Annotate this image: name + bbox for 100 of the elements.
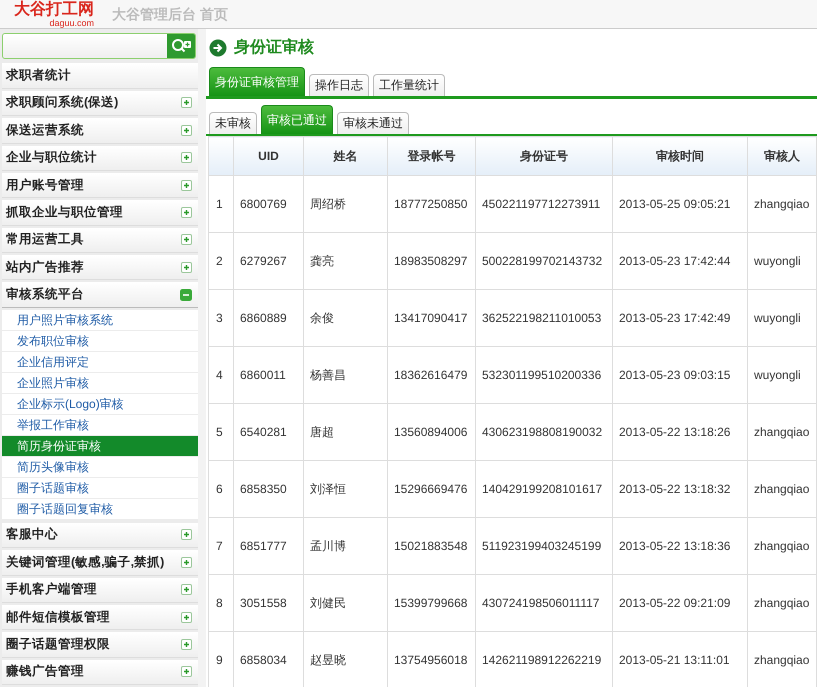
- nav-group[interactable]: 保送运营系统: [2, 118, 198, 144]
- row-number: 8: [208, 574, 234, 632]
- table-cell: 18362616479: [388, 346, 476, 404]
- table-cell: 2013-05-23 09:03:15: [612, 346, 748, 404]
- expand-icon[interactable]: [181, 97, 192, 108]
- table-cell: 532301199510200336: [476, 346, 612, 404]
- table-cell: 6279267: [234, 232, 304, 290]
- expand-icon[interactable]: [181, 152, 192, 164]
- tab[interactable]: 未审核: [209, 112, 257, 134]
- nav-group[interactable]: 关键词管理(敏感,骗子,禁抓): [2, 550, 198, 576]
- table-cell: 2013-05-23 17:42:44: [612, 232, 748, 290]
- table-cell: 周绍桥: [304, 176, 388, 232]
- table-cell: wuyongli: [748, 346, 816, 404]
- row-number: 5: [208, 404, 234, 460]
- nav-group[interactable]: 用户账号管理: [2, 172, 198, 198]
- table-cell: 3051558: [234, 574, 304, 632]
- expand-icon[interactable]: [181, 666, 192, 678]
- expand-icon[interactable]: [181, 584, 192, 596]
- nav-group[interactable]: 企业与职位统计: [2, 146, 198, 171]
- table-cell: 430724198506011117: [476, 574, 612, 632]
- column-header: 审核人: [764, 148, 800, 162]
- expand-icon[interactable]: [181, 529, 192, 540]
- table-cell: 18777250850: [388, 176, 476, 232]
- expand-icon[interactable]: [181, 180, 192, 191]
- nav-item[interactable]: 发布职位审核: [2, 330, 198, 351]
- expand-icon[interactable]: [181, 612, 192, 623]
- nav-group[interactable]: 抓取企业与职位管理: [2, 200, 198, 226]
- table-cell: 6860889: [234, 290, 304, 346]
- search-icon: [171, 38, 191, 54]
- nav-group[interactable]: 手机客户端管理: [2, 578, 198, 603]
- nav-group[interactable]: 常用运营工具: [2, 228, 198, 253]
- expand-icon[interactable]: [181, 262, 192, 273]
- table-cell: zhangqiao: [748, 518, 816, 574]
- tab[interactable]: 工作量统计: [373, 74, 445, 96]
- row-number: 4: [208, 346, 234, 404]
- column-header: 审核时间: [656, 148, 704, 162]
- column-header: 登录帐号: [408, 148, 456, 162]
- table-cell: 2013-05-23 17:42:49: [612, 290, 748, 346]
- table-cell: zhangqiao: [748, 574, 816, 632]
- column-header: 身份证号: [520, 148, 568, 162]
- table-cell: 唐超: [304, 404, 388, 460]
- table-cell: 450221197712273911: [476, 176, 612, 232]
- nav-group[interactable]: 审核系统平台: [2, 282, 198, 308]
- nav-item[interactable]: 用户照片审核系统: [2, 310, 198, 330]
- row-number: 7: [208, 518, 234, 574]
- row-number: 1: [208, 176, 234, 232]
- expand-icon[interactable]: [181, 638, 192, 650]
- table-cell: wuyongli: [748, 232, 816, 290]
- nav-group[interactable]: 求职顾问系统(保送): [2, 90, 198, 116]
- table-cell: 龚亮: [304, 232, 388, 290]
- collapse-icon[interactable]: [180, 288, 192, 301]
- nav-item[interactable]: 企业标示(Logo)审核: [2, 394, 198, 414]
- table-cell: zhangqiao: [748, 404, 816, 460]
- nav-item[interactable]: 企业照片审核: [2, 372, 198, 393]
- nav-group[interactable]: 站内广告推荐: [2, 255, 198, 280]
- search-field[interactable]: [2, 33, 196, 60]
- table-cell: 2013-05-22 13:18:36: [612, 518, 748, 574]
- tab[interactable]: 操作日志: [309, 74, 369, 96]
- nav-item[interactable]: 简历身份证审核: [2, 436, 198, 456]
- nav-group[interactable]: 邮件短信模板管理: [2, 604, 198, 630]
- table-cell: zhangqiao: [748, 176, 816, 232]
- site-logo[interactable]: 大谷打工网: [14, 1, 94, 18]
- table-cell: 15296669476: [388, 460, 476, 518]
- row-number: 6: [208, 460, 234, 518]
- table-cell: 430623198808190032: [476, 404, 612, 460]
- table-cell: 13560894006: [388, 404, 476, 460]
- nav-item[interactable]: 简历头像审核: [2, 456, 198, 477]
- search-button[interactable]: [167, 34, 195, 58]
- table-cell: 6800769: [234, 176, 304, 232]
- expand-icon[interactable]: [181, 556, 192, 568]
- logo-domain: daguu.com: [49, 18, 94, 28]
- expand-icon[interactable]: [181, 124, 192, 136]
- nav-item[interactable]: 企业信用评定: [2, 352, 198, 372]
- nav-group[interactable]: 赚钱广告管理: [2, 660, 198, 685]
- nav-item[interactable]: 圈子话题回复审核: [2, 498, 198, 519]
- row-number: 9: [208, 632, 234, 687]
- expand-icon[interactable]: [181, 206, 192, 218]
- header-title: 大谷管理后台 首页: [112, 5, 228, 24]
- table-cell: 15021883548: [388, 518, 476, 574]
- column-header: UID: [258, 149, 279, 163]
- table-cell: 2013-05-22 13:18:32: [612, 460, 748, 518]
- expand-icon[interactable]: [181, 234, 192, 246]
- table-cell: 6540281: [234, 404, 304, 460]
- table-cell: 140429199208101617: [476, 460, 612, 518]
- table-cell: 2013-05-22 13:18:26: [612, 404, 748, 460]
- table-cell: 362522198211010053: [476, 290, 612, 346]
- table-cell: 2013-05-25 09:05:21: [612, 176, 748, 232]
- table-cell: 6860011: [234, 346, 304, 404]
- table-cell: 6851777: [234, 518, 304, 574]
- nav-group[interactable]: 求职者统计: [2, 63, 198, 89]
- table-cell: 刘泽恒: [304, 460, 388, 518]
- table-cell: 杨善昌: [304, 346, 388, 404]
- table-cell: 2013-05-22 09:21:09: [612, 574, 748, 632]
- nav-item[interactable]: 举报工作审核: [2, 414, 198, 435]
- nav-item[interactable]: 圈子话题审核: [2, 478, 198, 498]
- table-cell: 18983508297: [388, 232, 476, 290]
- tab[interactable]: 审核未通过: [337, 112, 409, 134]
- table-cell: wuyongli: [748, 290, 816, 346]
- nav-group[interactable]: 圈子话题管理权限: [2, 632, 198, 658]
- nav-group[interactable]: 客服中心: [2, 522, 198, 548]
